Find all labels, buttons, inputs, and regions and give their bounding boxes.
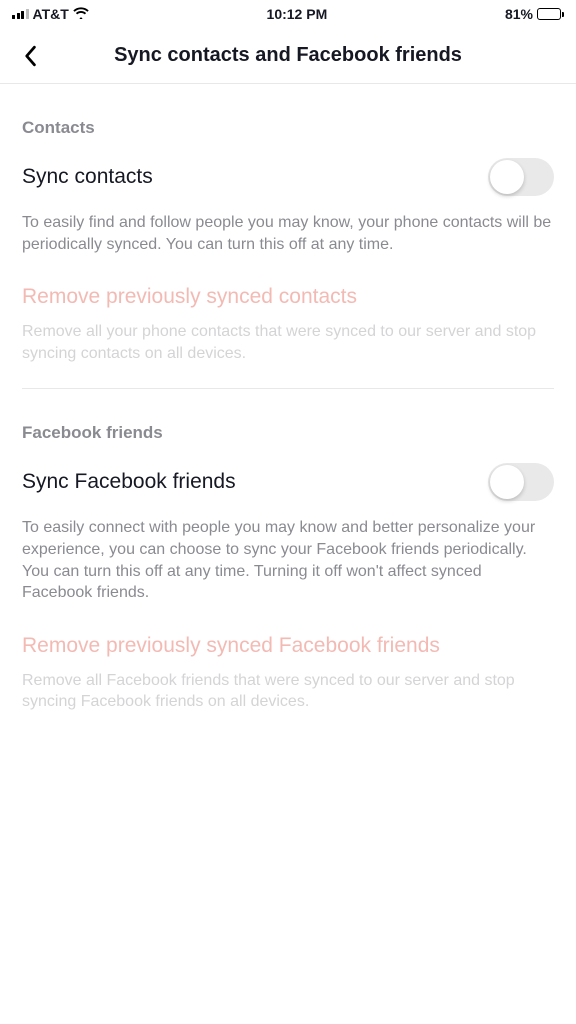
toggle-knob [490,465,524,499]
sync-facebook-row: Sync Facebook friends [22,463,554,501]
content: Contacts Sync contacts To easily find an… [0,118,576,713]
page-title: Sync contacts and Facebook friends [0,44,576,67]
sync-facebook-toggle[interactable] [488,463,554,501]
sync-contacts-toggle[interactable] [488,158,554,196]
remove-facebook-description: Remove all Facebook friends that were sy… [22,670,554,713]
status-right: 81% [505,6,564,22]
wifi-icon [73,6,89,23]
back-button[interactable] [16,42,44,70]
status-left: AT&T [12,6,89,23]
sync-contacts-label: Sync contacts [22,165,153,189]
chevron-left-icon [22,45,38,67]
battery-icon [537,8,564,20]
sync-facebook-label: Sync Facebook friends [22,470,236,494]
carrier-label: AT&T [33,6,69,22]
status-time: 10:12 PM [267,6,328,22]
status-bar: AT&T 10:12 PM 81% [0,0,576,28]
section-label-contacts: Contacts [22,118,554,138]
divider [22,388,554,389]
toggle-knob [490,160,524,194]
section-label-facebook: Facebook friends [22,423,554,443]
remove-contacts-description: Remove all your phone contacts that were… [22,321,554,364]
remove-contacts-link[interactable]: Remove previously synced contacts [22,285,554,309]
sync-contacts-row: Sync contacts [22,158,554,196]
remove-facebook-link[interactable]: Remove previously synced Facebook friend… [22,634,554,658]
signal-icon [12,9,29,19]
battery-pct: 81% [505,6,533,22]
sync-facebook-description: To easily connect with people you may kn… [22,517,554,603]
sync-contacts-description: To easily find and follow people you may… [22,212,554,255]
header: Sync contacts and Facebook friends [0,28,576,84]
